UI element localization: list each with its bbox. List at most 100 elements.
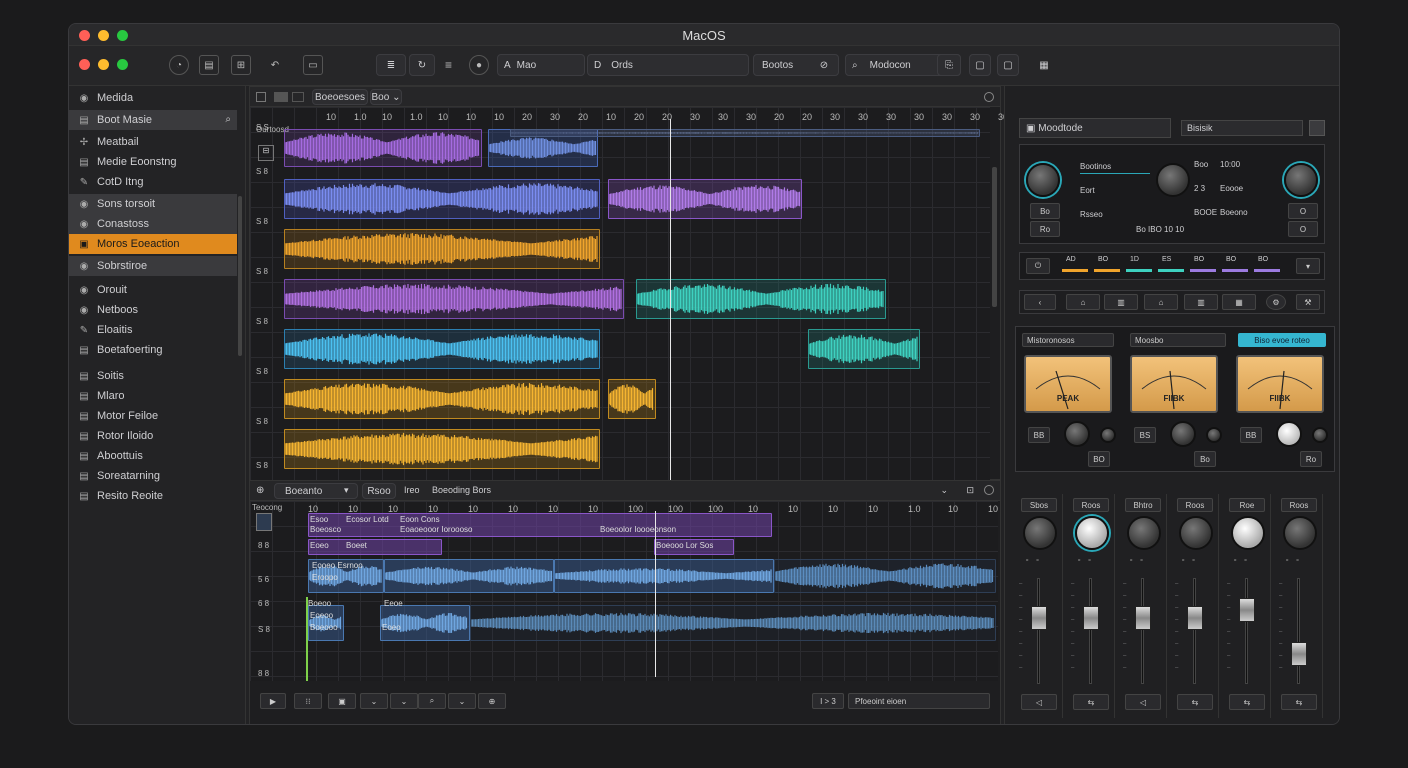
arrange-playhead[interactable] [670,119,671,481]
clip-strip[interactable] [510,129,980,137]
sidebar-item-6[interactable]: ◉ Conastoss [69,214,237,234]
sidebar-item-14[interactable]: ▤ Mlaro [69,386,237,406]
track-settings-icon[interactable]: ⊟ [258,145,274,161]
calendar-icon[interactable]: ▦ [1035,54,1053,76]
clip-purple-2[interactable] [608,179,802,219]
module-power-icon[interactable] [1309,120,1325,136]
fader-handle[interactable] [1031,606,1047,630]
eq-menu-button[interactable]: ▾ [1296,258,1320,274]
arrange-scrollbar[interactable] [992,167,997,307]
edit-clip-4[interactable] [774,559,996,593]
chat-icon[interactable]: ▢ [969,54,991,76]
sidebar-scrollbar[interactable] [238,196,242,356]
sidebar-item-19[interactable]: ▤ Resito Reoite [69,486,237,506]
pan-knob[interactable] [1075,516,1109,550]
eq-power-button[interactable]: ⏻ [1026,258,1050,274]
meter-control-button[interactable]: BS [1134,427,1156,443]
comp-btn-2[interactable]: Ro [1030,221,1060,237]
fader-handle[interactable] [1291,642,1307,666]
eq-band-bar[interactable] [1222,269,1248,272]
clip-cyan-1[interactable] [284,329,600,369]
pan-knob[interactable] [1023,516,1057,550]
arrange-options-icon[interactable] [984,92,994,102]
editor-loop-icon[interactable]: ⊕ [256,485,264,496]
tuner-icon[interactable]: ⊘ [813,54,835,76]
down-button[interactable]: ⌄ [360,693,388,709]
back-button[interactable]: ‹ [1024,294,1056,310]
comp-knob-1[interactable] [1026,163,1060,197]
meter-trim-knob[interactable] [1100,427,1116,443]
eq-band-bar[interactable] [1190,269,1216,272]
home-button[interactable]: ⌂ [1144,294,1178,310]
channel-route-button[interactable]: ◁ [1125,694,1161,710]
sidebar-item-12[interactable]: ▤ Boetafoerting [69,340,237,360]
meter-control-button[interactable]: BO [1088,451,1110,467]
list-view-button[interactable]: ≣ [376,54,406,76]
clip-purple-1[interactable] [284,129,482,167]
minimize-dot[interactable] [98,59,109,70]
sidebar-item-7[interactable]: ▣ Moros Eoeaction [69,234,237,254]
channel-route-button[interactable]: ◁ [1021,694,1057,710]
counter-display[interactable]: I > 3 [812,693,844,709]
meter-knob[interactable] [1276,421,1302,447]
meter-knob[interactable] [1064,421,1090,447]
meter-tab-2[interactable]: Moosbo [1130,333,1226,347]
play-button[interactable]: ▶ [260,693,286,709]
bottom-search[interactable]: Pfoeoint eioen [848,693,990,709]
sidebar-search-icon[interactable]: ⌕ [225,114,231,125]
sidebar-item-17[interactable]: ▤ Aboottuis [69,446,237,466]
loop-button[interactable]: ↻ [409,54,435,76]
eq-band-bar[interactable] [1094,269,1120,272]
pan-knob[interactable] [1127,516,1161,550]
sidebar-item-3[interactable]: ▤ Medie Eoonstng [69,152,237,172]
channel-name[interactable]: Roe [1229,498,1265,512]
channel-route-button[interactable]: ⇆ [1073,694,1109,710]
menu-icon[interactable]: ≡ [445,58,452,72]
meter-control-button[interactable]: Ro [1300,451,1322,467]
editor-options-icon[interactable] [984,485,994,495]
panel-toggle-icon[interactable] [256,92,266,102]
clip-blue-1[interactable] [284,179,600,219]
view-icon[interactable] [274,92,288,102]
mode-field[interactable]: D Ords [587,54,749,76]
fader-handle[interactable] [1135,606,1151,630]
pan-knob[interactable] [1283,516,1317,550]
track-name-field[interactable]: A Mao [497,54,585,76]
pan-knob[interactable] [1179,516,1213,550]
zoom-icon[interactable] [292,92,304,102]
clip-orange-4[interactable] [284,429,600,469]
meter-knob[interactable] [1170,421,1196,447]
meter-trim-knob[interactable] [1312,427,1328,443]
channel-name[interactable]: Bhtro [1125,498,1161,512]
eq-band-bar[interactable] [1158,269,1184,272]
meter-tab-3[interactable]: Biso evoe roteo [1238,333,1326,347]
eq-band-bar[interactable] [1126,269,1152,272]
down2-button[interactable]: ⌄ [390,693,418,709]
eq-band-bar[interactable] [1062,269,1088,272]
comp-knob-3[interactable] [1284,163,1318,197]
sidebar-item-15[interactable]: ▤ Motor Feiloe [69,406,237,426]
sidebar-item-13[interactable]: ▤ Soitis [69,366,237,386]
tools-icon[interactable]: ⚒ [1296,294,1320,310]
module-title-field[interactable]: ▣ Moodtode [1019,118,1171,138]
sidebar-item-4[interactable]: ✎ CotD Itng [69,172,237,192]
sidebar-item-0[interactable]: ◉ Medida [69,88,237,108]
meter-control-button[interactable]: BB [1240,427,1262,443]
comp-btn-3[interactable]: O [1288,203,1318,219]
clip-orange-2[interactable] [284,379,600,419]
fader-handle[interactable] [1083,606,1099,630]
sidebar-item-11[interactable]: ✎ Eloaitis [69,320,237,340]
edit-clip-2[interactable] [384,559,554,593]
metronome-icon[interactable]: ◔ [169,55,189,75]
close-dot[interactable] [79,59,90,70]
fullscreen-icon[interactable]: ⊡ [966,485,974,496]
arrange-mode-button[interactable]: Boeoesoes [312,89,368,105]
comment-icon[interactable]: ▢ [997,54,1019,76]
note-icon[interactable]: ▭ [303,55,323,75]
undo-icon[interactable]: ↶ [265,55,285,75]
meter-button[interactable]: ▦ [1222,294,1256,310]
arrange-grid[interactable]: 10 1.0 10 1.0 10 10 10 20 30 20 10 20 20 30 30 30 20 20 30… [250,107,1008,481]
clip-teal-1[interactable] [636,279,886,319]
channel-name[interactable]: Sbos [1021,498,1057,512]
sidebar-item-16[interactable]: ▤ Rotor Iloido [69,426,237,446]
